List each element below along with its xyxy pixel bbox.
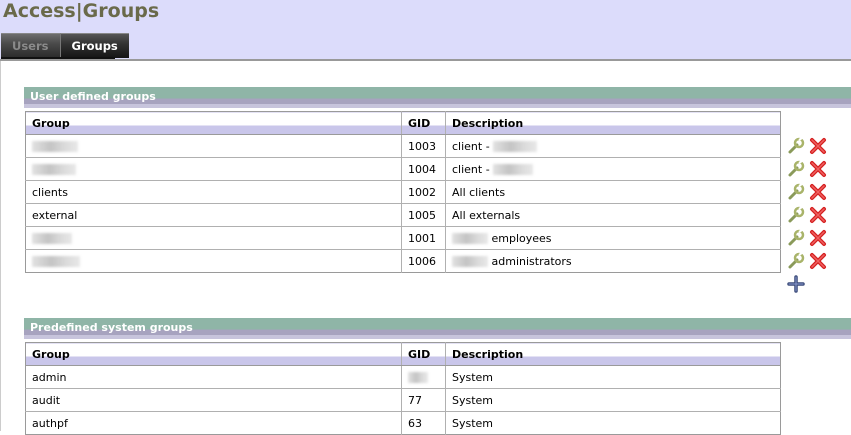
group-cell: clients <box>25 180 402 204</box>
table-row[interactable]: clients 1002 All clients <box>25 180 781 204</box>
gid-cell: 1002 <box>401 180 446 204</box>
group-cell <box>25 249 402 273</box>
group-cell: audit <box>25 388 402 412</box>
table-row[interactable]: 1003 client - <box>25 134 781 158</box>
tab-groups[interactable]: Groups <box>59 33 129 58</box>
table-row[interactable]: 1006 administrators <box>25 249 781 273</box>
group-cell: external <box>25 203 402 227</box>
description-cell: System <box>445 365 781 389</box>
delete-x-icon[interactable] <box>809 252 827 270</box>
column-header-gid: GID <box>401 342 446 366</box>
user-groups-section-bar: User defined groups <box>24 87 851 108</box>
row-actions-1 <box>787 134 833 156</box>
column-header-group: Group <box>25 111 402 135</box>
column-header-gid: GID <box>401 111 446 135</box>
table-row[interactable]: 1004 client - <box>25 157 781 181</box>
user-groups-title: User defined groups <box>30 90 156 103</box>
redacted-text <box>408 372 428 383</box>
description-cell: client - <box>445 134 781 158</box>
column-header-description: Description <box>445 342 781 366</box>
plus-add-icon[interactable] <box>787 275 805 293</box>
system-groups-title: Predefined system groups <box>30 321 193 334</box>
gid-cell: 1001 <box>401 226 446 250</box>
wrench-icon[interactable] <box>787 206 805 224</box>
row-actions-3 <box>787 180 833 202</box>
table-row[interactable]: authpf 63 System <box>25 411 781 435</box>
header: Access|Groups Users Groups <box>0 0 851 59</box>
description-cell: employees <box>445 226 781 250</box>
gid-cell: 1005 <box>401 203 446 227</box>
page-title: Access|Groups <box>3 0 160 22</box>
wrench-icon[interactable] <box>787 183 805 201</box>
description-cell: administrators <box>445 249 781 273</box>
table-header-row: Group GID Description <box>25 111 781 135</box>
delete-x-icon[interactable] <box>809 206 827 224</box>
redacted-text <box>452 233 488 244</box>
group-cell <box>25 157 402 181</box>
system-groups-table: Group GID Description admin System audit… <box>25 342 781 435</box>
description-cell: All clients <box>445 180 781 204</box>
description-cell: System <box>445 411 781 435</box>
group-cell: authpf <box>25 411 402 435</box>
delete-x-icon[interactable] <box>809 183 827 201</box>
gid-cell: 1003 <box>401 134 446 158</box>
group-cell <box>25 134 402 158</box>
redacted-text <box>32 256 80 267</box>
wrench-icon[interactable] <box>787 252 805 270</box>
wrench-icon[interactable] <box>787 160 805 178</box>
row-actions-5 <box>787 226 833 248</box>
row-actions-6 <box>787 249 833 271</box>
tab-bar: Users Groups <box>1 33 129 58</box>
table-row[interactable]: audit 77 System <box>25 388 781 412</box>
redacted-text <box>32 141 78 152</box>
redacted-text <box>32 233 72 244</box>
table-row[interactable]: admin System <box>25 365 781 389</box>
group-cell: admin <box>25 365 402 389</box>
table-header-row: Group GID Description <box>25 342 781 366</box>
tab-users[interactable]: Users <box>1 33 60 58</box>
column-header-group: Group <box>25 342 402 366</box>
redacted-text <box>452 256 488 267</box>
row-actions-2 <box>787 157 833 179</box>
gid-cell: 63 <box>401 411 446 435</box>
gid-cell: 77 <box>401 388 446 412</box>
delete-x-icon[interactable] <box>809 160 827 178</box>
description-cell: System <box>445 388 781 412</box>
redacted-text <box>32 164 76 175</box>
wrench-icon[interactable] <box>787 137 805 155</box>
gid-cell <box>401 365 446 389</box>
redacted-text <box>493 141 538 152</box>
redacted-text <box>493 164 534 175</box>
delete-x-icon[interactable] <box>809 229 827 247</box>
table-row[interactable]: external 1005 All externals <box>25 203 781 227</box>
description-cell: All externals <box>445 203 781 227</box>
gid-cell: 1004 <box>401 157 446 181</box>
column-header-description: Description <box>445 111 781 135</box>
group-cell <box>25 226 402 250</box>
row-actions-4 <box>787 203 833 225</box>
description-cell: client - <box>445 157 781 181</box>
wrench-icon[interactable] <box>787 229 805 247</box>
user-groups-table: Group GID Description 1003 client - 1004… <box>25 111 781 273</box>
gid-cell: 1006 <box>401 249 446 273</box>
system-groups-section-bar: Predefined system groups <box>24 318 851 339</box>
table-row[interactable]: 1001 employees <box>25 226 781 250</box>
delete-x-icon[interactable] <box>809 137 827 155</box>
